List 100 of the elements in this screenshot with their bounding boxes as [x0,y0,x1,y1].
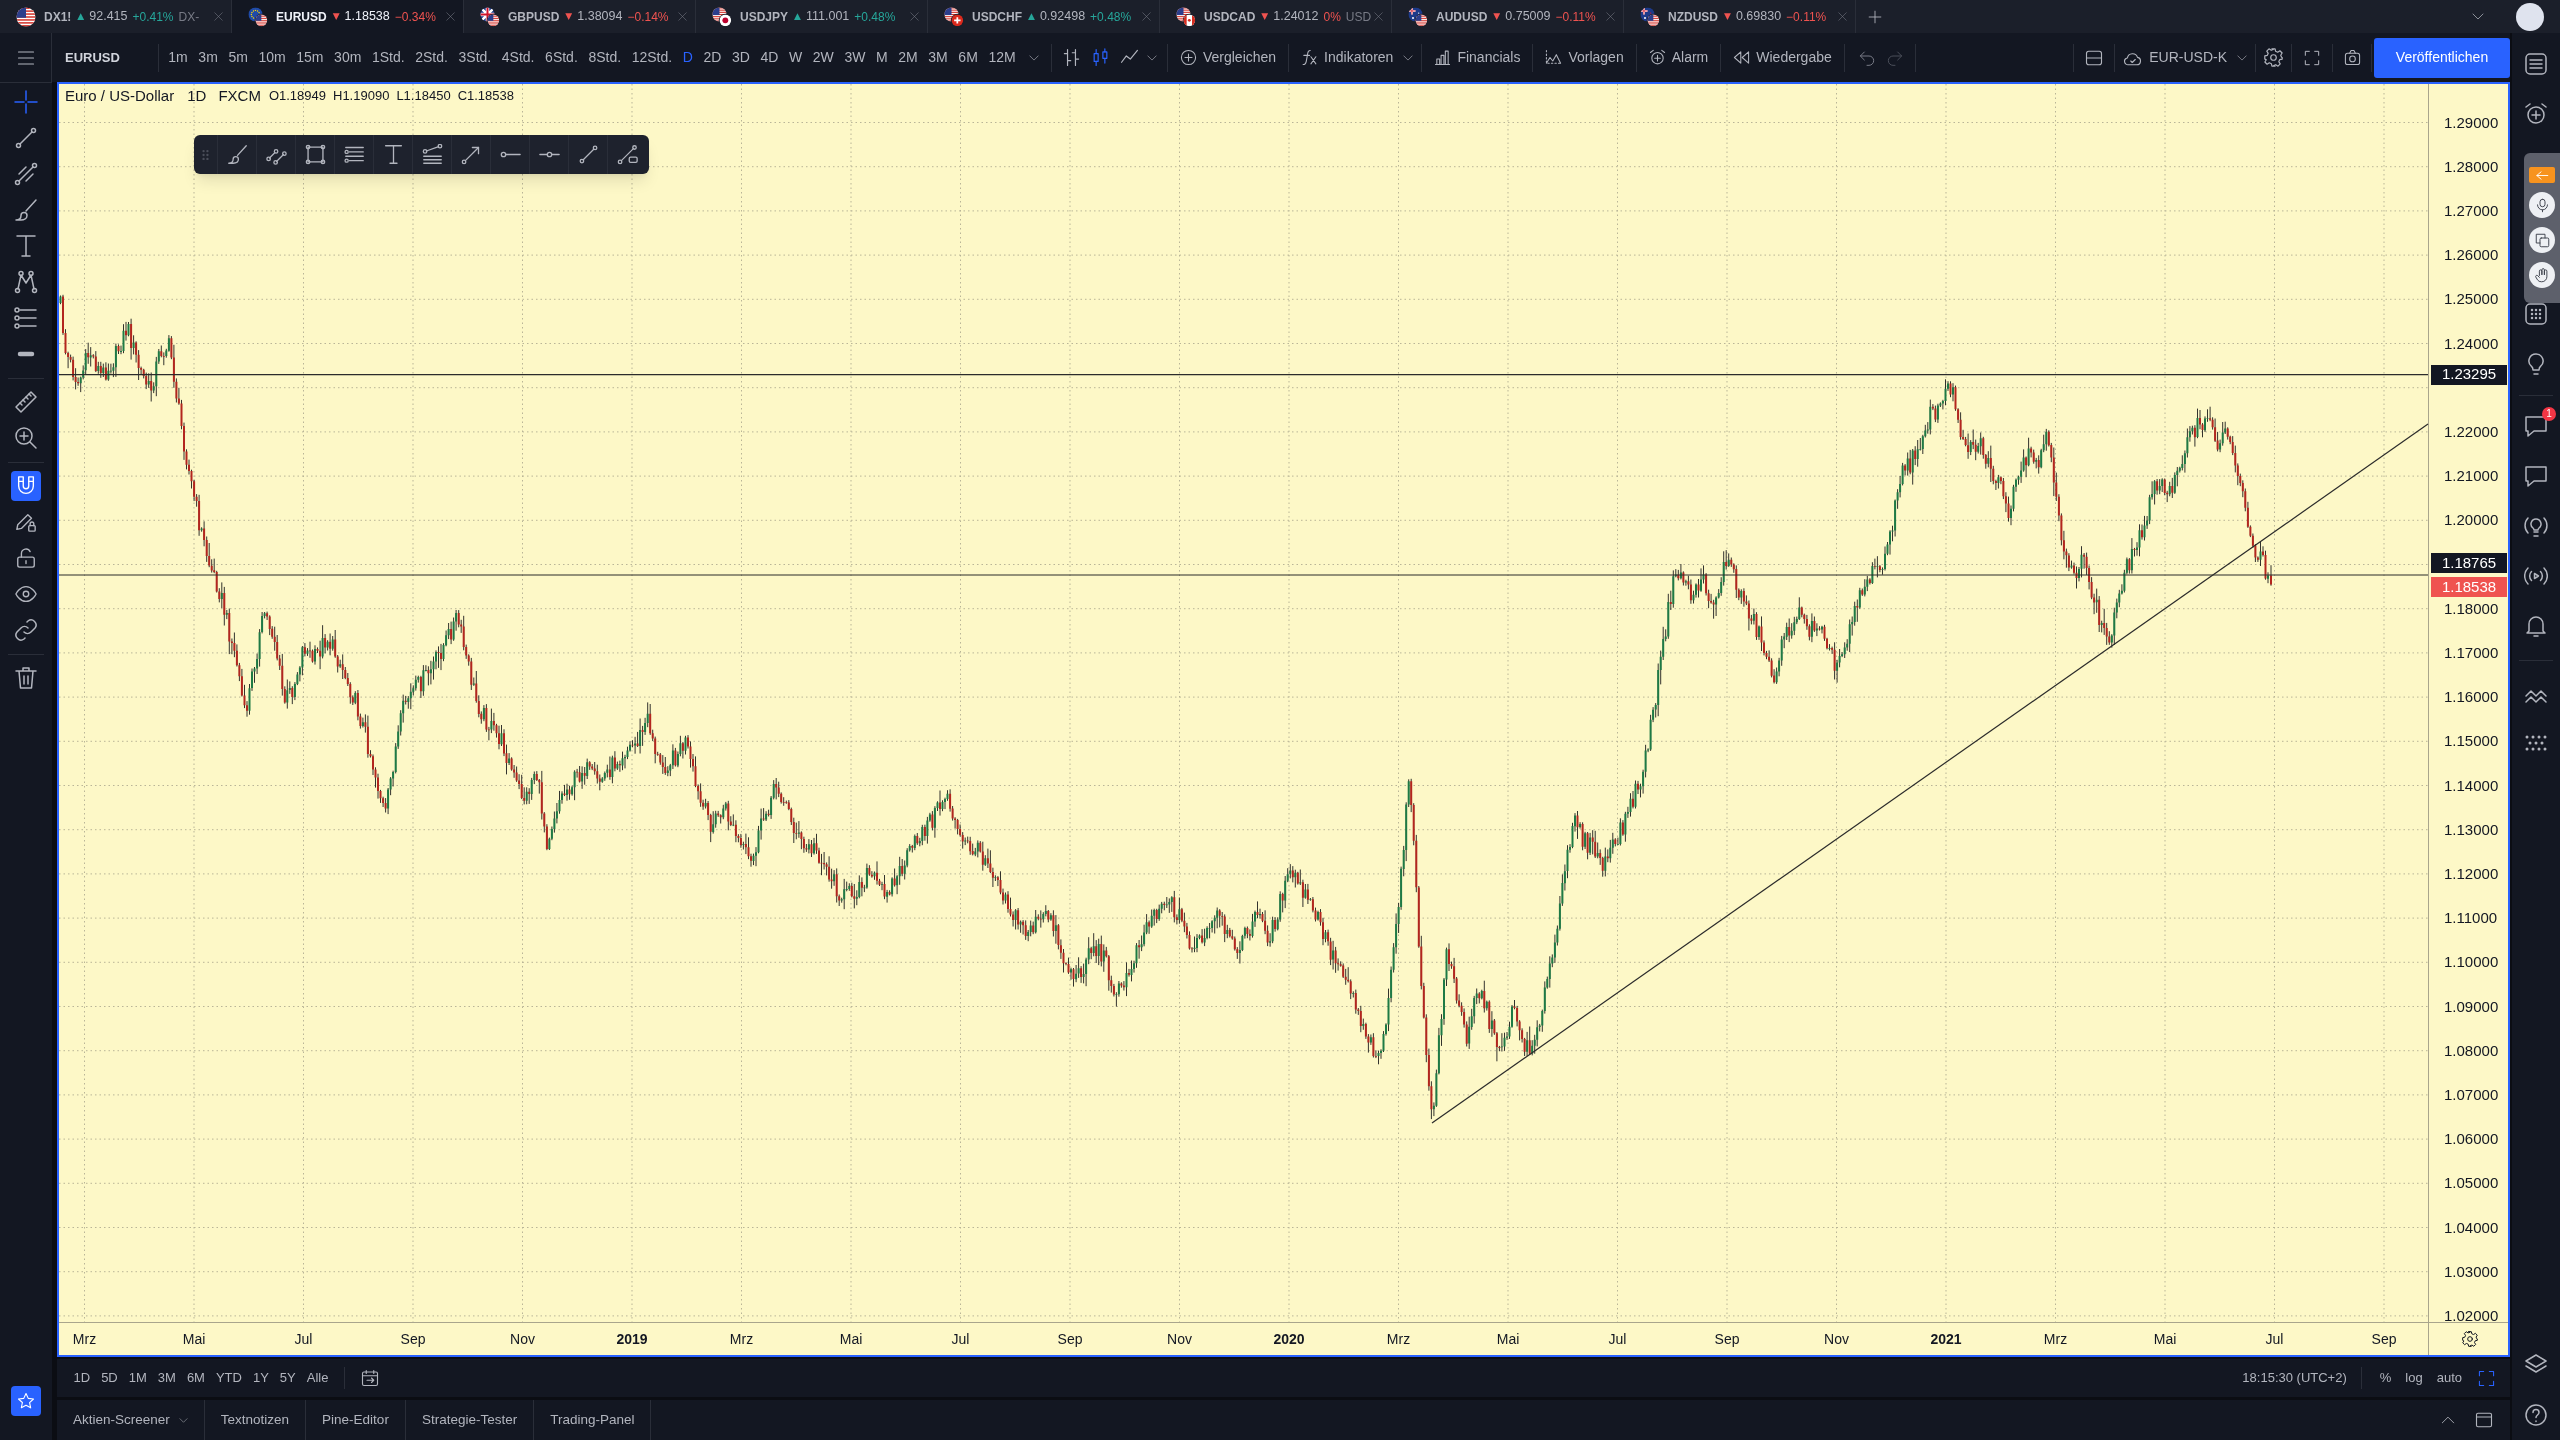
arrow-line-icon[interactable] [460,144,482,165]
magnet-icon[interactable] [11,471,41,501]
range-button[interactable]: 1M [123,1368,153,1388]
range-button[interactable]: 5D [95,1368,124,1388]
auto-fit-icon[interactable] [2478,1369,2495,1387]
interval-button[interactable]: M [870,47,893,68]
zoom-in-icon[interactable] [14,426,38,450]
panel-tab[interactable]: Strategie-Tester [405,1400,535,1440]
brush-icon[interactable] [226,144,248,165]
interval-button[interactable]: W [783,47,808,68]
caret-icon[interactable] [1403,54,1414,61]
interval-button[interactable]: 2Std. [409,47,454,68]
trend-line-icon[interactable] [14,126,38,150]
interval-button[interactable]: 6M [953,47,984,68]
horizontal-line[interactable] [59,374,2429,376]
plus-icon[interactable] [1868,9,1882,24]
caret-icon[interactable] [2472,13,2484,20]
interval-button[interactable]: 4Std. [496,47,540,68]
alert-button[interactable]: Alarm [1644,47,1713,68]
interval-button[interactable]: 6Std. [539,47,584,68]
text-tool-icon[interactable] [14,234,38,258]
interval-button[interactable]: 2M [892,47,923,68]
crosshair-icon[interactable] [14,90,38,114]
link-icon[interactable] [14,618,38,642]
compare-button[interactable]: Vergleichen [1175,47,1281,68]
range-button[interactable]: YTD [210,1368,248,1388]
interval-button[interactable]: 10m [253,47,291,68]
lightbulb-broadcast-icon[interactable] [2524,514,2548,538]
alarm-clock-icon[interactable] [2524,102,2548,126]
panel-tab[interactable]: Aktien-Screener [57,1400,205,1440]
bell-icon[interactable] [2524,614,2548,638]
interval-button[interactable]: 3W [839,47,871,68]
caret-icon[interactable] [1146,54,1157,61]
interval-button[interactable]: 2D [698,47,727,68]
interval-button[interactable]: 12M [983,47,1021,68]
menu-icon[interactable] [15,48,36,67]
microphone-icon[interactable] [2529,192,2555,218]
publish-button[interactable]: Veröffentlichen [2374,37,2510,78]
chat-icon[interactable] [2524,414,2548,438]
diagonal-lines-icon[interactable] [14,162,38,186]
copy-icon[interactable] [2529,227,2555,253]
line-over-lines-icon[interactable] [421,144,443,165]
interval-button[interactable]: 3Std. [453,47,497,68]
interval-button[interactable]: 3D [726,47,756,68]
settings-icon[interactable] [2462,1331,2478,1347]
trash-icon[interactable] [14,666,38,690]
calendar-icon[interactable] [360,1369,379,1387]
chat-icon[interactable] [2524,464,2548,488]
symbol-search-button[interactable]: EURUSD [65,47,148,68]
brush-icon[interactable] [14,198,38,222]
trend-line-icon[interactable] [577,144,599,165]
interval-button[interactable]: 8Std. [583,47,627,68]
interval-button[interactable]: 5m [223,47,254,68]
fullscreen-icon[interactable] [2304,49,2320,66]
scale-option[interactable]: % [2379,1368,2392,1388]
settings-icon[interactable] [2264,48,2283,67]
horizontal-lines-icon[interactable] [343,144,365,165]
broadcast-icon[interactable] [2524,564,2548,588]
pattern-icon[interactable] [14,270,38,294]
dot-grid-icon[interactable] [2524,302,2548,326]
indicators-button[interactable]: Indikatoren [1297,47,1398,68]
parallel-lines-icon[interactable] [14,306,38,330]
interval-button[interactable]: D [677,47,699,68]
interval-button[interactable]: 15m [290,47,329,68]
range-button[interactable]: 5Y [274,1368,302,1388]
interval-button[interactable]: 4D [755,47,784,68]
undo-icon[interactable] [1858,49,1875,66]
avatar-icon[interactable] [2516,2,2544,31]
interval-button[interactable]: 30m [328,47,367,68]
range-button[interactable]: 1D [68,1368,96,1388]
help-icon[interactable] [2524,1403,2548,1427]
panel-tab[interactable]: Textnotizen [204,1400,307,1440]
hand-icon[interactable] [2529,262,2555,288]
caret-icon[interactable] [1028,54,1039,61]
interval-button[interactable]: 2W [807,47,840,68]
interval-button[interactable]: 1Std. [366,47,410,68]
minus-icon[interactable] [17,351,35,357]
camera-icon[interactable] [2343,49,2362,66]
ray-box-icon[interactable] [616,144,638,165]
layout-name-button[interactable]: EUR-USD-K [2123,47,2247,68]
symbol-tab[interactable]: EURUSD ▼ 1.18538 −0.34% [232,0,464,33]
range-button[interactable]: 3M [152,1368,182,1388]
window-icon[interactable] [2474,1411,2494,1429]
interval-button[interactable]: 3m [193,47,224,68]
financials-button[interactable]: Financials [1430,47,1525,68]
templates-button[interactable]: Vorlagen [1541,47,1628,68]
range-button[interactable]: Alle [301,1368,334,1388]
scale-option[interactable]: auto [2436,1368,2462,1388]
panel-tab[interactable]: Trading-Panel [534,1400,652,1440]
drag-handle-icon[interactable] [202,148,209,161]
watchlist-icon[interactable] [2524,52,2548,76]
range-button[interactable]: 1Y [247,1368,275,1388]
interval-button[interactable]: 12Std. [626,47,678,68]
interval-button[interactable]: 1m [163,47,194,68]
caret-icon[interactable] [2441,1416,2455,1424]
replay-button[interactable]: Wiedergabe [1729,47,1836,68]
layout-icon[interactable] [2085,48,2104,67]
scale-option[interactable]: log [2405,1368,2423,1388]
rectangle-icon[interactable] [304,144,326,165]
ohlc-bars-icon[interactable] [1061,48,1081,67]
